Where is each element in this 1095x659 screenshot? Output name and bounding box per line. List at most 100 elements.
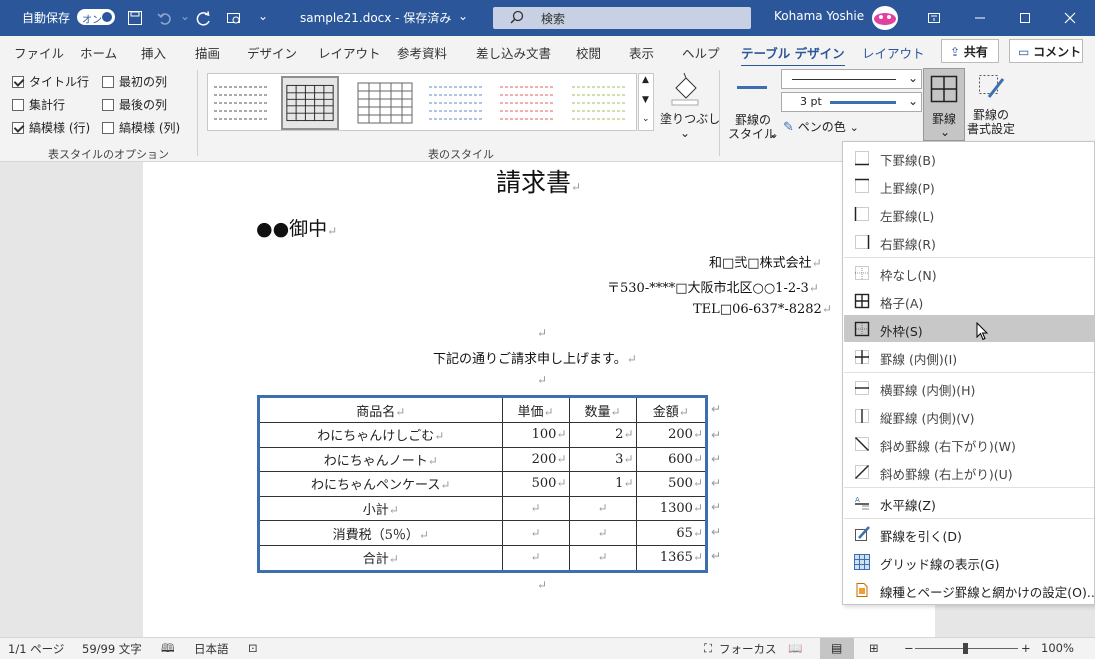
table-style-blue[interactable] (427, 81, 485, 125)
minimize-icon[interactable] (972, 10, 988, 26)
table-cell[interactable]: 65↵ (635, 520, 705, 546)
header-cell[interactable]: 数量↵ (568, 398, 637, 424)
address-text[interactable]: 〒530-****□大阪市北区○○1-2-3↵ (607, 277, 819, 296)
menu-item-left-border[interactable]: 左罫線(L) (844, 200, 1094, 227)
read-mode-icon[interactable]: 📖 (788, 641, 802, 655)
tab-table-layout[interactable]: レイアウト (862, 43, 925, 62)
table-cell[interactable]: ↵ (501, 495, 570, 522)
document-title[interactable]: sample21.docx - 保存済み (300, 9, 451, 26)
borders-button[interactable]: 罫線 ⌄ (923, 68, 965, 141)
redo-icon[interactable] (196, 10, 212, 26)
menu-item-diagonal-down[interactable]: 斜め罫線 (右下がり)(W) (844, 430, 1094, 457)
table-cell[interactable]: 1↵ (568, 471, 637, 497)
touch-mode-icon[interactable] (226, 10, 242, 26)
menu-item-draw-table[interactable]: 罫線を引く(D) (844, 520, 1094, 547)
header-cell[interactable]: 金額↵ (635, 398, 705, 424)
zoom-slider-thumb[interactable] (963, 643, 968, 654)
menu-item-all-borders[interactable]: 格子(A) (844, 287, 1094, 314)
table-cell[interactable]: 200↵ (501, 446, 570, 473)
tab-file[interactable]: ファイル (14, 43, 64, 62)
gallery-up-icon[interactable]: ▲ (642, 75, 649, 85)
table-styles-gallery[interactable] (207, 73, 637, 131)
table-cell[interactable]: 合計↵ (260, 544, 503, 570)
undo-dropdown-icon[interactable]: ⌄ (180, 9, 190, 23)
table-style-plain[interactable] (212, 81, 270, 125)
line-style-dropdown[interactable]: ⌄ (781, 69, 922, 89)
accessibility-icon[interactable]: ⊡ (248, 641, 258, 655)
header-cell[interactable]: 商品名↵ (260, 398, 503, 424)
last-column-checkbox[interactable]: 最後の列 (102, 96, 167, 113)
table-style-grid-selected[interactable] (281, 76, 339, 130)
gallery-more-icon[interactable]: ⌄ (642, 114, 650, 124)
gallery-down-icon[interactable]: ▼ (642, 95, 649, 105)
tab-draw[interactable]: 描画 (195, 43, 220, 62)
zoom-out-button[interactable]: − (904, 641, 914, 655)
table-cell[interactable]: 3↵ (568, 446, 637, 473)
tel-text[interactable]: TEL□06-637*-8282↵ (693, 302, 832, 317)
gallery-scroll[interactable]: ▲ ▼ ⌄ (638, 73, 654, 131)
tab-view[interactable]: 表示 (629, 43, 654, 62)
focus-icon[interactable]: ⛶ (704, 641, 712, 656)
title-dropdown-icon[interactable]: ⌄ (458, 9, 468, 23)
avatar[interactable] (872, 6, 898, 30)
addressee-text[interactable]: ●●御中↵ (256, 214, 337, 241)
banded-columns-checkbox[interactable]: 縞模様 (列) (102, 119, 180, 136)
ribbon-display-options-icon[interactable] (926, 10, 942, 26)
close-icon[interactable] (1062, 10, 1078, 26)
proofing-icon[interactable]: 🕮 (161, 641, 175, 659)
border-painter-button[interactable]: 罫線の 書式設定 (967, 70, 1017, 140)
search-box[interactable]: 検索 (493, 7, 751, 29)
intro-text[interactable]: 下記の通りご請求申し上げます。↵ (433, 348, 637, 367)
menu-item-borders-and-shading[interactable]: 線種とページ罫線と網かけの設定(O)... (844, 576, 1095, 603)
table-cell[interactable]: ↵ (568, 495, 637, 522)
menu-item-no-border[interactable]: 枠なし(N) (844, 259, 1094, 286)
zoom-level[interactable]: 100% (1041, 641, 1074, 655)
menu-item-view-gridlines[interactable]: グリッド線の表示(G) (844, 548, 1094, 575)
table-cell[interactable]: 小計↵ (260, 495, 503, 522)
table-style-red[interactable] (498, 81, 556, 125)
autosave-toggle[interactable]: オン (77, 9, 115, 26)
title-row-checkbox[interactable]: タイトル行 (12, 73, 89, 90)
undo-icon[interactable] (157, 10, 173, 26)
tab-mailings[interactable]: 差し込み文書 (476, 43, 551, 62)
user-name[interactable]: Kohama Yoshie (774, 9, 864, 23)
table-cell[interactable]: 500↵ (635, 471, 705, 497)
table-cell[interactable]: 2↵ (568, 422, 637, 448)
tab-table-design[interactable]: テーブル デザイン (741, 43, 845, 68)
print-layout-button[interactable]: ▤ (820, 638, 854, 659)
invoice-table[interactable]: 商品名↵ 単価↵ 数量↵ 金額↵ わにちゃんけしごむ↵ 100↵ 2↵ 200↵… (257, 395, 708, 573)
menu-item-bottom-border[interactable]: 下罫線(B) (844, 144, 1094, 171)
table-style-green[interactable] (570, 81, 628, 125)
table-cell[interactable]: 消費税（5％）↵ (260, 520, 503, 546)
menu-item-inside-vertical[interactable]: 縦罫線 (内側)(V) (844, 402, 1094, 429)
menu-item-top-border[interactable]: 上罫線(P) (844, 172, 1094, 199)
table-cell[interactable]: ↵ (501, 520, 570, 546)
line-weight-dropdown[interactable]: 3 pt ⌄ (781, 92, 922, 112)
tab-insert[interactable]: 挿入 (141, 43, 166, 62)
table-cell[interactable]: 600↵ (635, 446, 705, 473)
shading-button[interactable]: 塗りつぶし ⌄ (658, 70, 720, 140)
customize-qat-icon[interactable]: ⌄ (258, 9, 268, 23)
table-cell[interactable]: わにちゃんけしごむ↵ (260, 422, 503, 448)
tab-layout[interactable]: レイアウト (318, 43, 381, 62)
save-icon[interactable] (127, 10, 143, 26)
table-cell[interactable]: 1300↵ (635, 495, 705, 522)
header-cell[interactable]: 単価↵ (501, 398, 570, 424)
menu-item-horizontal-line[interactable]: A 水平線(Z) (844, 489, 1094, 516)
share-button[interactable]: ⇪ 共有 (941, 39, 999, 63)
menu-item-right-border[interactable]: 右罫線(R) (844, 228, 1094, 255)
tab-references[interactable]: 参考資料 (397, 43, 447, 62)
first-column-checkbox[interactable]: 最初の列 (102, 73, 167, 90)
table-style-grid-light[interactable] (356, 81, 414, 125)
pen-color-button[interactable]: ✎ ペンの色 ⌄ (783, 118, 863, 136)
table-cell[interactable]: ↵ (501, 544, 570, 570)
table-cell[interactable]: わにちゃんノート↵ (260, 446, 503, 473)
word-count[interactable]: 59/99 文字 (82, 641, 142, 657)
table-cell[interactable]: わにちゃんペンケース↵ (260, 471, 503, 497)
tab-review[interactable]: 校閲 (576, 43, 601, 62)
tab-help[interactable]: ヘルプ (682, 43, 720, 62)
total-row-checkbox[interactable]: 集計行 (12, 96, 65, 113)
banded-rows-checkbox[interactable]: 縞模様 (行) (12, 119, 90, 136)
language-indicator[interactable]: 日本語 (194, 641, 229, 657)
zoom-in-button[interactable]: + (1021, 641, 1031, 655)
